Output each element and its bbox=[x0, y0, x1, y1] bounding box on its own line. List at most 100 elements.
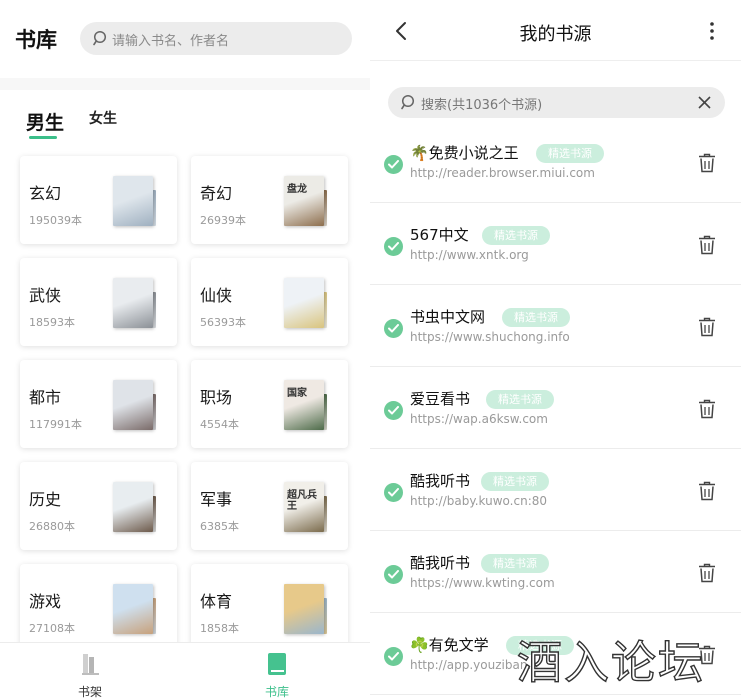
trash-icon[interactable] bbox=[698, 235, 716, 255]
tab-female-label: 女生 bbox=[89, 111, 117, 127]
featured-badge: 精选书源 bbox=[486, 390, 554, 409]
check-circle-icon[interactable] bbox=[384, 401, 403, 420]
featured-badge: 精选书源 bbox=[481, 472, 549, 491]
trash-icon[interactable] bbox=[698, 317, 716, 337]
tab-male[interactable]: 男生 bbox=[26, 108, 65, 139]
cover-title: 盘龙 bbox=[287, 184, 307, 195]
cover-title: 超凡兵王 bbox=[287, 490, 317, 512]
category-name: 都市 bbox=[29, 388, 62, 407]
source-url: https://wap.a6ksw.com bbox=[410, 412, 548, 426]
active-tab-indicator bbox=[29, 136, 57, 139]
check-circle-icon[interactable] bbox=[384, 155, 403, 174]
check-circle-icon[interactable] bbox=[384, 237, 403, 256]
source-name: 爱豆看书 bbox=[410, 390, 471, 408]
featured-badge: 精选书源 bbox=[536, 144, 604, 163]
search-placeholder: 搜索(共1036个书源) bbox=[421, 98, 543, 113]
trash-icon[interactable] bbox=[698, 481, 716, 501]
check-circle-icon[interactable] bbox=[384, 319, 403, 338]
category-count: 26880本 bbox=[29, 520, 75, 533]
category-card[interactable]: 都市 117991本 bbox=[20, 360, 177, 448]
book-cover bbox=[113, 176, 153, 226]
category-card[interactable]: 玄幻 195039本 bbox=[20, 156, 177, 244]
category-name: 奇幻 bbox=[200, 184, 233, 203]
book-cover bbox=[113, 380, 153, 430]
category-card[interactable]: 武侠 18593本 bbox=[20, 258, 177, 346]
nav-bookshelf[interactable]: 书架 bbox=[60, 651, 120, 700]
category-card[interactable]: 历史 26880本 bbox=[20, 462, 177, 550]
tab-male-label: 男生 bbox=[26, 112, 65, 134]
category-area: 男生 女生 玄幻 195039本 奇幻 26939本 盘龙武侠 18593本 仙侠 56393… bbox=[0, 90, 370, 652]
check-circle-icon[interactable] bbox=[384, 483, 403, 502]
check-circle-icon[interactable] bbox=[384, 647, 403, 666]
library-panel: 书库 请输入书名、作者名 男生 女生 玄幻 195039本 奇幻 26939本 盘龙武侠… bbox=[0, 0, 370, 700]
book-cover bbox=[284, 278, 324, 328]
bottom-nav: 书架 书库 bbox=[0, 642, 370, 700]
trash-icon[interactable] bbox=[698, 153, 716, 173]
book-cover bbox=[284, 584, 324, 634]
category-count: 1858本 bbox=[200, 622, 239, 635]
source-url: http://reader.browser.miui.com bbox=[410, 166, 595, 180]
category-card[interactable]: 仙侠 56393本 bbox=[191, 258, 348, 346]
category-count: 4554本 bbox=[200, 418, 239, 431]
category-count: 18593本 bbox=[29, 316, 75, 329]
category-count: 195039本 bbox=[29, 214, 82, 227]
source-name: 酷我听书 bbox=[410, 554, 471, 572]
source-name: 567中文 bbox=[410, 226, 469, 244]
category-card[interactable]: 奇幻 26939本 盘龙 bbox=[191, 156, 348, 244]
book-cover: 盘龙 bbox=[284, 176, 324, 226]
category-count: 117991本 bbox=[29, 418, 82, 431]
source-url: https://www.shuchong.info bbox=[410, 330, 570, 344]
source-row[interactable]: 567中文 精选书源 http://www.xntk.org bbox=[370, 203, 741, 285]
category-card[interactable]: 游戏 27108本 bbox=[20, 564, 177, 652]
featured-badge: 精选书源 bbox=[481, 554, 549, 573]
search-placeholder: 请输入书名、作者名 bbox=[112, 34, 230, 49]
header-divider bbox=[370, 60, 741, 61]
featured-badge: 精选书源 bbox=[482, 226, 550, 245]
nav-bookshelf-label: 书架 bbox=[77, 685, 102, 699]
source-url: https://www.kwting.com bbox=[410, 576, 555, 590]
source-row[interactable]: 书虫中文网 精选书源 https://www.shuchong.info bbox=[370, 285, 741, 367]
watermark: 酒入论坛 bbox=[516, 635, 706, 689]
source-name: 酷我听书 bbox=[410, 472, 471, 490]
category-name: 武侠 bbox=[29, 286, 62, 305]
category-card[interactable]: 职场 4554本 国家 bbox=[191, 360, 348, 448]
check-circle-icon[interactable] bbox=[384, 565, 403, 584]
book-cover: 超凡兵王 bbox=[284, 482, 324, 532]
trash-icon[interactable] bbox=[698, 399, 716, 419]
category-name: 仙侠 bbox=[200, 286, 233, 305]
source-search-input[interactable]: 搜索(共1036个书源) bbox=[388, 87, 725, 118]
search-input[interactable]: 请输入书名、作者名 bbox=[80, 22, 352, 55]
featured-badge: 精选书源 bbox=[502, 308, 570, 327]
cover-title: 国家 bbox=[287, 388, 307, 399]
book-cover bbox=[113, 584, 153, 634]
book-icon bbox=[268, 653, 286, 675]
source-row[interactable]: 🌴免费小说之王 精选书源 http://reader.browser.miui.co… bbox=[370, 121, 741, 203]
category-card[interactable]: 体育 1858本 bbox=[191, 564, 348, 652]
source-name: 书虫中文网 bbox=[410, 308, 486, 326]
sources-panel: 我的书源 搜索(共1036个书源) 🌴免费小说之王 精选书源 http://read… bbox=[370, 0, 741, 700]
trash-icon[interactable] bbox=[698, 563, 716, 583]
category-card[interactable]: 军事 6385本 超凡兵王 bbox=[191, 462, 348, 550]
category-name: 玄幻 bbox=[29, 184, 62, 203]
source-row[interactable]: 爱豆看书 精选书源 https://wap.a6ksw.com bbox=[370, 367, 741, 449]
library-header: 书库 请输入书名、作者名 bbox=[0, 0, 370, 78]
more-vertical-icon[interactable] bbox=[708, 20, 716, 42]
source-row[interactable]: 酷我听书 精选书源 http://baby.kuwo.cn:80 bbox=[370, 449, 741, 531]
category-count: 27108本 bbox=[29, 622, 75, 635]
category-name: 军事 bbox=[200, 490, 233, 509]
category-name: 历史 bbox=[29, 490, 62, 509]
book-cover bbox=[113, 278, 153, 328]
close-icon[interactable] bbox=[698, 96, 711, 109]
search-icon bbox=[401, 94, 415, 110]
source-row[interactable]: 酷我听书 精选书源 https://www.kwting.com bbox=[370, 531, 741, 613]
source-name: ☘️有免文学 bbox=[410, 636, 489, 654]
nav-library[interactable]: 书库 bbox=[247, 651, 307, 700]
book-cover bbox=[113, 482, 153, 532]
book-cover: 国家 bbox=[284, 380, 324, 430]
tab-female[interactable]: 女生 bbox=[89, 108, 117, 128]
source-url: http://www.xntk.org bbox=[410, 248, 529, 262]
bookshelf-icon bbox=[82, 654, 99, 675]
source-url: http://baby.kuwo.cn:80 bbox=[410, 494, 548, 508]
category-count: 26939本 bbox=[200, 214, 246, 227]
category-name: 体育 bbox=[200, 592, 233, 611]
